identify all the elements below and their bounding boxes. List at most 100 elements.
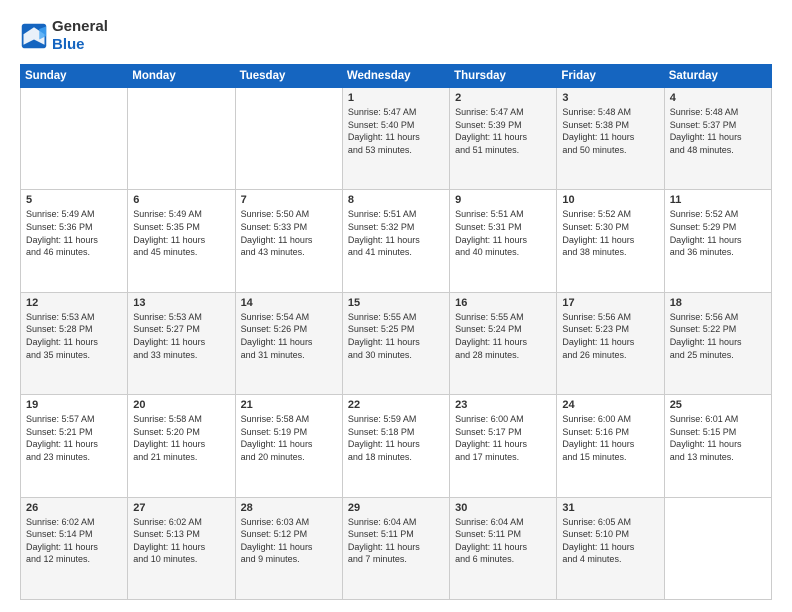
day-number: 8 <box>348 194 444 206</box>
day-info: Sunrise: 5:58 AM Sunset: 5:20 PM Dayligh… <box>133 413 229 463</box>
day-info: Sunrise: 5:53 AM Sunset: 5:27 PM Dayligh… <box>133 311 229 361</box>
day-info: Sunrise: 5:53 AM Sunset: 5:28 PM Dayligh… <box>26 311 122 361</box>
calendar-cell: 13Sunrise: 5:53 AM Sunset: 5:27 PM Dayli… <box>128 292 235 394</box>
calendar-header-wednesday: Wednesday <box>342 65 449 88</box>
calendar-cell: 15 Sunrise: 5:55 AM Sunset: 5:25 PM Dayli… <box>342 292 449 394</box>
calendar-header-saturday: Saturday <box>664 65 771 88</box>
calendar-cell: 23Sunrise: 6:00 AM Sunset: 5:17 PM Dayli… <box>450 395 557 497</box>
calendar-cell: 3Sunrise: 5:48 AM Sunset: 5:38 PM Daylig… <box>557 88 664 190</box>
day-info: Sunrise: 5:47 AM Sunset: 5:39 PM Dayligh… <box>455 106 551 156</box>
day-info: Sunrise: 5:54 AM Sunset: 5:26 PM Dayligh… <box>241 311 337 361</box>
calendar-cell: 6Sunrise: 5:49 AM Sunset: 5:35 PM Daylig… <box>128 190 235 292</box>
calendar-cell: 21Sunrise: 5:58 AM Sunset: 5:19 PM Dayli… <box>235 395 342 497</box>
page: General Blue SundayMondayTuesdayWednesda… <box>0 0 792 612</box>
calendar-cell: 4 Sunrise: 5:48 AM Sunset: 5:37 PM Daylig… <box>664 88 771 190</box>
day-number: 17 <box>562 297 658 309</box>
day-info: Sunrise: 5:56 AM Sunset: 5:22 PM Dayligh… <box>670 311 766 361</box>
day-info: Sunrise: 5:59 AM Sunset: 5:18 PM Dayligh… <box>348 413 444 463</box>
calendar-cell: 14 Sunrise: 5:54 AM Sunset: 5:26 PM Dayli… <box>235 292 342 394</box>
day-info: Sunrise: 6:03 AM Sunset: 5:12 PM Dayligh… <box>241 516 337 566</box>
day-number: 4 <box>670 92 766 104</box>
day-number: 28 <box>241 502 337 514</box>
day-info: Sunrise: 6:02 AM Sunset: 5:13 PM Dayligh… <box>133 516 229 566</box>
day-info: Sunrise: 6:04 AM Sunset: 5:11 PM Dayligh… <box>455 516 551 566</box>
calendar-cell <box>664 497 771 599</box>
calendar-cell: 10Sunrise: 5:52 AM Sunset: 5:30 PM Dayli… <box>557 190 664 292</box>
day-number: 14 <box>241 297 337 309</box>
calendar-header-friday: Friday <box>557 65 664 88</box>
calendar-cell: 7 Sunrise: 5:50 AM Sunset: 5:33 PM Daylig… <box>235 190 342 292</box>
day-number: 19 <box>26 399 122 411</box>
day-info: Sunrise: 5:47 AM Sunset: 5:40 PM Dayligh… <box>348 106 444 156</box>
day-info: Sunrise: 6:02 AM Sunset: 5:14 PM Dayligh… <box>26 516 122 566</box>
day-number: 12 <box>26 297 122 309</box>
calendar-cell: 11 Sunrise: 5:52 AM Sunset: 5:29 PM Dayli… <box>664 190 771 292</box>
calendar-header-thursday: Thursday <box>450 65 557 88</box>
day-number: 7 <box>241 194 337 206</box>
calendar-week-3: 12 Sunrise: 5:53 AM Sunset: 5:28 PM Dayli… <box>21 292 772 394</box>
calendar-cell <box>235 88 342 190</box>
calendar-week-1: 1Sunrise: 5:47 AM Sunset: 5:40 PM Daylig… <box>21 88 772 190</box>
day-info: Sunrise: 6:05 AM Sunset: 5:10 PM Dayligh… <box>562 516 658 566</box>
day-number: 15 <box>348 297 444 309</box>
day-info: Sunrise: 5:57 AM Sunset: 5:21 PM Dayligh… <box>26 413 122 463</box>
day-info: Sunrise: 6:00 AM Sunset: 5:16 PM Dayligh… <box>562 413 658 463</box>
day-number: 29 <box>348 502 444 514</box>
day-number: 22 <box>348 399 444 411</box>
calendar-header-sunday: Sunday <box>21 65 128 88</box>
logo-blue: Blue <box>52 36 85 53</box>
day-number: 11 <box>670 194 766 206</box>
day-number: 16 <box>455 297 551 309</box>
calendar-week-2: 5 Sunrise: 5:49 AM Sunset: 5:36 PM Daylig… <box>21 190 772 292</box>
day-info: Sunrise: 5:52 AM Sunset: 5:29 PM Dayligh… <box>670 208 766 258</box>
calendar-cell: 24 Sunrise: 6:00 AM Sunset: 5:16 PM Dayli… <box>557 395 664 497</box>
calendar-cell: 30Sunrise: 6:04 AM Sunset: 5:11 PM Dayli… <box>450 497 557 599</box>
calendar-table: SundayMondayTuesdayWednesdayThursdayFrid… <box>20 64 772 600</box>
day-info: Sunrise: 5:52 AM Sunset: 5:30 PM Dayligh… <box>562 208 658 258</box>
calendar-cell: 17Sunrise: 5:56 AM Sunset: 5:23 PM Dayli… <box>557 292 664 394</box>
calendar-cell: 20 Sunrise: 5:58 AM Sunset: 5:20 PM Dayli… <box>128 395 235 497</box>
day-number: 2 <box>455 92 551 104</box>
calendar-cell: 27 Sunrise: 6:02 AM Sunset: 5:13 PM Dayli… <box>128 497 235 599</box>
day-info: Sunrise: 5:50 AM Sunset: 5:33 PM Dayligh… <box>241 208 337 258</box>
logo: General Blue <box>20 18 108 54</box>
calendar-cell: 28 Sunrise: 6:03 AM Sunset: 5:12 PM Dayli… <box>235 497 342 599</box>
logo-general: General <box>52 18 108 35</box>
calendar-header-row: SundayMondayTuesdayWednesdayThursdayFrid… <box>21 65 772 88</box>
day-info: Sunrise: 5:49 AM Sunset: 5:35 PM Dayligh… <box>133 208 229 258</box>
day-number: 21 <box>241 399 337 411</box>
logo-text: General Blue <box>52 18 108 54</box>
calendar-cell: 1Sunrise: 5:47 AM Sunset: 5:40 PM Daylig… <box>342 88 449 190</box>
day-info: Sunrise: 5:48 AM Sunset: 5:37 PM Dayligh… <box>670 106 766 156</box>
day-number: 5 <box>26 194 122 206</box>
day-info: Sunrise: 5:55 AM Sunset: 5:24 PM Dayligh… <box>455 311 551 361</box>
day-number: 26 <box>26 502 122 514</box>
calendar-cell: 8 Sunrise: 5:51 AM Sunset: 5:32 PM Daylig… <box>342 190 449 292</box>
calendar-cell: 26 Sunrise: 6:02 AM Sunset: 5:14 PM Dayli… <box>21 497 128 599</box>
calendar-cell: 9 Sunrise: 5:51 AM Sunset: 5:31 PM Daylig… <box>450 190 557 292</box>
day-info: Sunrise: 6:01 AM Sunset: 5:15 PM Dayligh… <box>670 413 766 463</box>
day-info: Sunrise: 5:49 AM Sunset: 5:36 PM Dayligh… <box>26 208 122 258</box>
calendar-cell: 22 Sunrise: 5:59 AM Sunset: 5:18 PM Dayli… <box>342 395 449 497</box>
calendar-cell: 5 Sunrise: 5:49 AM Sunset: 5:36 PM Daylig… <box>21 190 128 292</box>
day-number: 24 <box>562 399 658 411</box>
calendar-cell: 12 Sunrise: 5:53 AM Sunset: 5:28 PM Dayli… <box>21 292 128 394</box>
calendar-cell <box>21 88 128 190</box>
day-info: Sunrise: 5:51 AM Sunset: 5:32 PM Dayligh… <box>348 208 444 258</box>
day-number: 18 <box>670 297 766 309</box>
day-number: 27 <box>133 502 229 514</box>
calendar-cell: 29 Sunrise: 6:04 AM Sunset: 5:11 PM Dayli… <box>342 497 449 599</box>
calendar-cell <box>128 88 235 190</box>
day-number: 9 <box>455 194 551 206</box>
calendar-cell: 2 Sunrise: 5:47 AM Sunset: 5:39 PM Daylig… <box>450 88 557 190</box>
day-number: 23 <box>455 399 551 411</box>
calendar-week-5: 26 Sunrise: 6:02 AM Sunset: 5:14 PM Dayli… <box>21 497 772 599</box>
day-number: 20 <box>133 399 229 411</box>
day-info: Sunrise: 5:55 AM Sunset: 5:25 PM Dayligh… <box>348 311 444 361</box>
day-info: Sunrise: 5:51 AM Sunset: 5:31 PM Dayligh… <box>455 208 551 258</box>
calendar-cell: 19 Sunrise: 5:57 AM Sunset: 5:21 PM Dayli… <box>21 395 128 497</box>
header: General Blue <box>20 18 772 54</box>
calendar-cell: 25Sunrise: 6:01 AM Sunset: 5:15 PM Dayli… <box>664 395 771 497</box>
logo-icon <box>20 22 48 50</box>
day-info: Sunrise: 6:04 AM Sunset: 5:11 PM Dayligh… <box>348 516 444 566</box>
